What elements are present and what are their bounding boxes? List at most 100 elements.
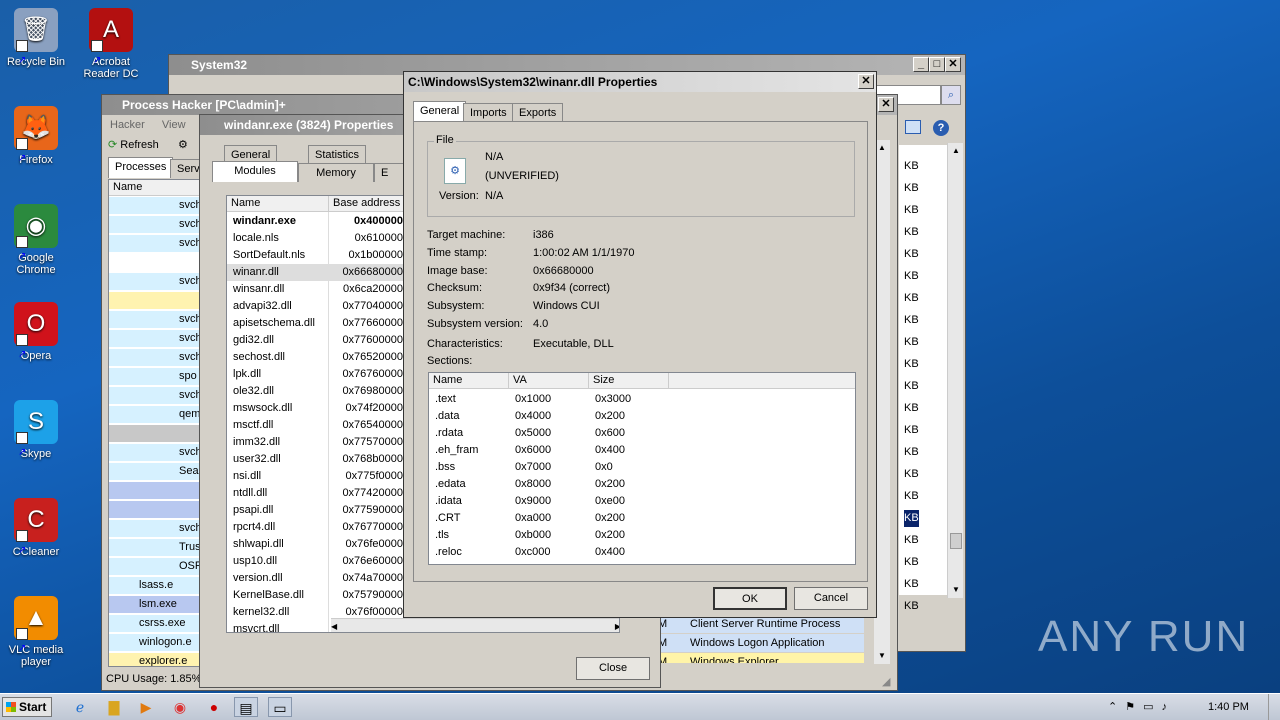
sec-col-name[interactable]: Name	[429, 373, 509, 389]
tab-general[interactable]: General	[413, 101, 467, 122]
tray-icons[interactable]: ⌃⚑▭♪	[1108, 700, 1175, 713]
process-row[interactable]: spo	[109, 368, 203, 385]
section-row[interactable]: .text 0x1000 0x3000	[429, 391, 855, 408]
process-row[interactable]: csrss.exe	[109, 615, 203, 632]
process-tree[interactable]: Name svch svch svch svch svch svch svch spo svch…	[108, 179, 204, 667]
clock[interactable]: 1:40 PM	[1208, 701, 1249, 713]
explorer-title: System32	[191, 58, 248, 72]
tab-memory[interactable]: Memory	[298, 163, 374, 182]
refresh-button[interactable]: ⟳ Refresh	[108, 138, 159, 151]
section-row[interactable]: .tls 0xb000 0x200	[429, 527, 855, 544]
process-row[interactable]: winlogon.e	[109, 634, 203, 651]
desktop-icon[interactable]: 🦊Firefox	[0, 106, 72, 181]
process-row[interactable]: svch	[109, 444, 203, 461]
dll-properties-dialog[interactable]: C:\Windows\System32\winanr.dll Propertie…	[403, 71, 877, 618]
ph-close-button[interactable]: ✕	[878, 97, 894, 112]
refresh-label: Refresh	[120, 139, 159, 151]
desktop-icon[interactable]: ▲VLC media player	[0, 596, 72, 671]
size-cell: KB	[904, 510, 919, 527]
media-player-icon[interactable]: ▶	[134, 697, 158, 717]
section-row[interactable]: .data 0x4000 0x200	[429, 408, 855, 425]
preview-pane-icon[interactable]	[905, 120, 921, 134]
section-row[interactable]: .reloc 0xc000 0x400	[429, 544, 855, 561]
col-name-header[interactable]: Name	[227, 196, 329, 212]
explorer-scrollbar[interactable]: ▲ ▼	[947, 143, 963, 598]
tab-modules[interactable]: Modules	[212, 161, 298, 182]
dialog-close-button[interactable]: ✕	[858, 74, 874, 89]
desc-row: M Windows Logon Application	[656, 634, 864, 652]
process-row[interactable]: Trus	[109, 539, 203, 556]
process-row[interactable]: svch	[109, 197, 203, 214]
sec-col-va[interactable]: VA	[509, 373, 589, 389]
desc-row: M Windows Explorer	[656, 653, 864, 663]
options-icon[interactable]: ⚙	[178, 138, 188, 151]
process-row[interactable]	[109, 425, 203, 442]
cancel-button[interactable]: Cancel	[794, 587, 868, 610]
desktop-icon[interactable]: OOpera	[0, 302, 72, 377]
close-button[interactable]: Close	[576, 657, 650, 680]
sec-col-filler	[669, 373, 855, 389]
desktop-icon-label: CCleaner	[12, 546, 60, 558]
sec-col-size[interactable]: Size	[589, 373, 669, 389]
process-row[interactable]: svch	[109, 330, 203, 347]
maximize-button[interactable]: □	[929, 57, 945, 72]
menu-hacker[interactable]: Hacker	[110, 119, 145, 131]
process-row[interactable]	[109, 482, 203, 499]
process-row[interactable]: svch	[109, 520, 203, 537]
process-row[interactable]: svch	[109, 387, 203, 404]
tab-more[interactable]: E	[374, 163, 404, 182]
tab-exports[interactable]: Exports	[512, 103, 564, 122]
properties-task-icon[interactable]: ▭	[268, 697, 292, 717]
process-row[interactable]: svch	[109, 311, 203, 328]
process-row[interactable]	[109, 292, 203, 309]
section-row[interactable]: .rdata 0x5000 0x600	[429, 425, 855, 442]
field-label: Checksum:	[427, 282, 483, 294]
menu-view[interactable]: View	[162, 119, 186, 131]
modules-hscroll[interactable]: ◀ ▶	[331, 618, 619, 632]
process-row[interactable]: lsm.exe	[109, 596, 203, 613]
process-row[interactable]: svch	[109, 273, 203, 290]
ie-icon[interactable]: ℯ	[68, 697, 92, 717]
desktop-icon[interactable]: SSkype	[0, 400, 72, 475]
process-row[interactable]	[109, 501, 203, 518]
size-cell: KB	[904, 270, 919, 282]
process-row[interactable]: svch	[109, 235, 203, 252]
tab-statistics[interactable]: Statistics	[308, 145, 367, 164]
section-row[interactable]: .bss 0x7000 0x0	[429, 459, 855, 476]
help-icon[interactable]: ?	[933, 120, 949, 136]
section-row[interactable]: .CRT 0xa000 0x200	[429, 510, 855, 527]
desktop-icon[interactable]: AAcrobat Reader DC	[75, 8, 147, 83]
dll-properties-titlebar[interactable]: C:\Windows\System32\winanr.dll Propertie…	[404, 72, 876, 92]
search-icon[interactable]: ⌕	[941, 85, 961, 105]
opera-icon[interactable]: ●	[202, 697, 226, 717]
start-button[interactable]: Start	[2, 697, 52, 717]
section-row[interactable]: .eh_fram 0x6000 0x400	[429, 442, 855, 459]
col-name-header[interactable]: Name	[109, 180, 203, 196]
ok-button[interactable]: OK	[713, 587, 787, 610]
process-row[interactable]: lsass.e	[109, 577, 203, 594]
tab-processes[interactable]: Processes	[108, 157, 174, 178]
section-row[interactable]: .edata 0x8000 0x200	[429, 476, 855, 493]
app-icon: 🦊	[14, 106, 58, 181]
resize-grip[interactable]: ◢	[882, 675, 890, 688]
show-desktop[interactable]	[1268, 694, 1280, 720]
process-row[interactable]: OSF	[109, 558, 203, 575]
process-hacker-task-icon[interactable]: ▤	[234, 697, 258, 717]
process-row[interactable]: svch	[109, 349, 203, 366]
process-hacker-title: Process Hacker [PC\admin]+	[122, 98, 286, 112]
tab-imports[interactable]: Imports	[463, 103, 514, 122]
section-row[interactable]: .idata 0x9000 0xe00	[429, 493, 855, 510]
desktop-icon[interactable]: ◉Google Chrome	[0, 204, 72, 279]
process-row[interactable]: Sea	[109, 463, 203, 480]
process-row[interactable]: explorer.e	[109, 653, 203, 666]
process-row[interactable]: qem	[109, 406, 203, 423]
desktop-icon[interactable]: 🗑Recycle Bin	[0, 8, 72, 83]
close-button[interactable]: ✕	[945, 57, 961, 72]
sections-list[interactable]: Name VA Size .text 0x1000 0x3000 .data 0x400…	[428, 372, 856, 565]
chrome-icon[interactable]: ◉	[168, 697, 192, 717]
process-row[interactable]	[109, 254, 203, 271]
minimize-button[interactable]: _	[913, 57, 929, 72]
process-row[interactable]: svch	[109, 216, 203, 233]
explorer-icon[interactable]: ▇	[102, 697, 126, 717]
desktop-icon[interactable]: CCCleaner	[0, 498, 72, 573]
